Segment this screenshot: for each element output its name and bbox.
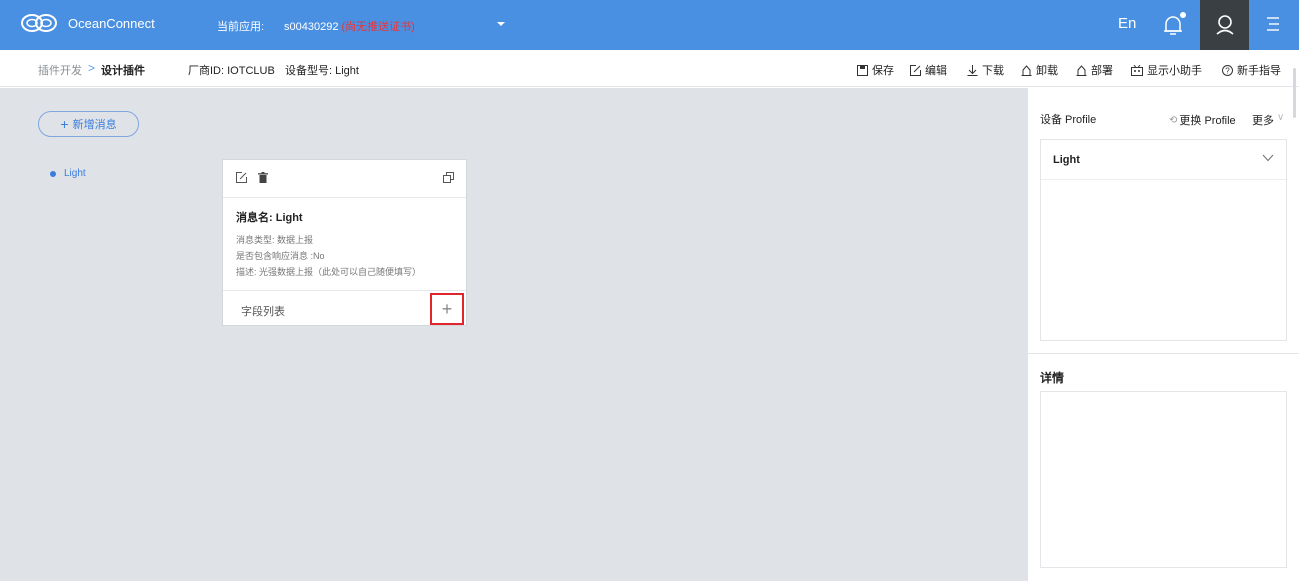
deploy-label: 部署 [1091, 65, 1113, 77]
deploy-button[interactable]: 部署 [1076, 62, 1113, 78]
edit-label: 编辑 [925, 65, 947, 77]
details-box [1040, 391, 1287, 568]
change-profile-button[interactable]: ⟲ 更换 Profile [1169, 112, 1236, 128]
top-navigation-bar: OceanConnect 当前应用: s00430292 (尚无推送证书) En [0, 0, 1299, 50]
assistant-label: 显示小助手 [1147, 65, 1202, 77]
panel-divider [1028, 353, 1299, 354]
user-menu-button[interactable] [1200, 0, 1249, 50]
message-card: 消息名: Light 消息类型: 数据上报 是否包含响应消息 :No 描述: 光… [222, 159, 467, 326]
details-title: 详情 [1040, 371, 1065, 385]
trash-icon[interactable] [258, 172, 268, 183]
message-name: 消息名: Light [236, 212, 303, 224]
deploy-icon [1076, 64, 1087, 76]
notification-dot [1180, 12, 1186, 18]
uninstall-label: 卸载 [1036, 65, 1058, 77]
logo[interactable]: OceanConnect [20, 12, 155, 34]
add-message-label: 新增消息 [72, 119, 117, 131]
current-app-id: s00430292 [284, 21, 339, 33]
message-tree-label: Light [64, 168, 86, 179]
user-icon [1216, 15, 1234, 35]
show-assistant-button[interactable]: 显示小助手 [1131, 62, 1202, 78]
vendor-id: 厂商ID: IOTCLUB [188, 65, 275, 77]
more-dropdown[interactable]: 更多 [1252, 112, 1274, 128]
design-canvas: + 新增消息 Light 消息名: Light 消息类型: 数据上报 是否包含响… [0, 88, 1027, 581]
add-message-button[interactable]: + 新增消息 [38, 111, 139, 137]
field-list-label: 字段列表 [241, 306, 285, 318]
svg-text:?: ? [1225, 66, 1230, 75]
device-model: 设备型号: Light [285, 65, 359, 77]
profile-item[interactable]: Light [1041, 140, 1286, 180]
menu-icon[interactable] [1266, 16, 1280, 32]
current-app-label: 当前应用: [217, 21, 265, 33]
save-icon [857, 64, 868, 76]
message-tree-item[interactable]: Light [50, 168, 86, 179]
chevron-down-icon[interactable]: ∨ [1277, 112, 1284, 123]
save-label: 保存 [872, 65, 894, 77]
brand-name: OceanConnect [68, 15, 155, 31]
download-icon [967, 64, 978, 76]
current-app-selector[interactable]: s00430292 (尚无推送证书) [284, 18, 415, 34]
toolbar-bar: 插件开发 > 设计插件 厂商ID: IOTCLUB 设备型号: Light 保存… [0, 50, 1299, 87]
profile-item-name: Light [1053, 154, 1080, 166]
breadcrumb-design-plugin: 设计插件 [101, 65, 145, 77]
message-description: 描述: 光强数据上报（此处可以自己随便填写） [236, 267, 422, 277]
edit-icon[interactable] [236, 172, 247, 183]
card-footer: 字段列表 + [223, 290, 466, 326]
uninstall-icon [1021, 64, 1032, 76]
edit-button[interactable]: 编辑 [910, 62, 947, 78]
message-has-response: 是否包含响应消息 :No [236, 251, 325, 261]
download-button[interactable]: 下载 [967, 62, 1004, 78]
message-type: 消息类型: 数据上报 [236, 235, 314, 245]
edit-icon [910, 64, 921, 76]
copy-icon[interactable] [443, 172, 454, 183]
help-circle-icon: ? [1222, 64, 1233, 76]
beginner-guide-button[interactable]: ? 新手指导 [1222, 62, 1281, 78]
plus-icon: + [60, 116, 69, 132]
assistant-icon [1131, 64, 1143, 76]
chevron-down-icon[interactable] [1262, 154, 1274, 162]
save-button[interactable]: 保存 [857, 62, 894, 78]
change-profile-label: 更换 Profile [1179, 115, 1236, 127]
breadcrumb-plugin-dev[interactable]: 插件开发 [38, 62, 82, 78]
guide-label: 新手指导 [1237, 65, 1281, 77]
caret-down-icon[interactable] [497, 22, 505, 26]
device-profile-panel: 设备 Profile ⟲ 更换 Profile 更多 ∨ Light 详情 [1027, 88, 1299, 581]
refresh-icon: ⟲ [1169, 114, 1178, 126]
profile-list: Light [1040, 139, 1287, 341]
certificate-warning: (尚无推送证书) [341, 21, 415, 33]
uninstall-button[interactable]: 卸载 [1021, 62, 1058, 78]
language-switch[interactable]: En [1118, 15, 1136, 32]
card-header [223, 160, 466, 198]
bullet-dot-icon [50, 170, 56, 177]
download-label: 下载 [982, 65, 1004, 77]
infinity-logo-icon [21, 14, 57, 32]
scrollbar[interactable] [1293, 68, 1296, 118]
panel-title: 设备 Profile [1040, 114, 1097, 126]
add-field-button[interactable]: + [430, 293, 464, 325]
breadcrumb-separator: > [88, 61, 96, 75]
